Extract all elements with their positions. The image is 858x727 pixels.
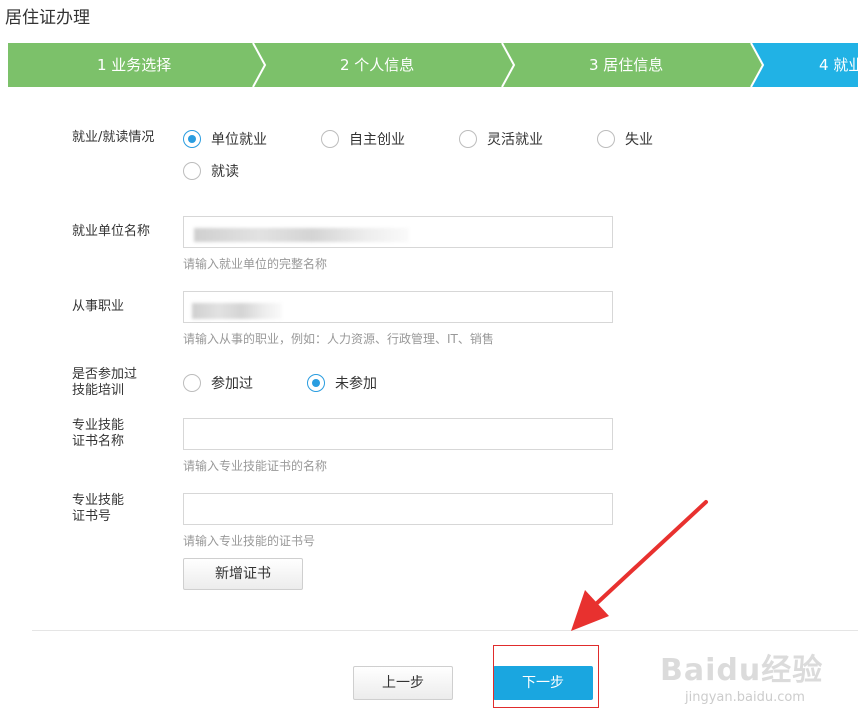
radio-studying-label: 就读 [211, 164, 239, 180]
cert-number-label-line1: 专业技能 [72, 493, 125, 508]
radio-employed[interactable]: 单位就业 [183, 129, 267, 149]
page-title: 居住证办理 [5, 8, 90, 28]
step-4-label: 4 就业 [819, 56, 858, 74]
training-label-line2: 技能培训 [72, 383, 125, 398]
radio-flexible-employment-label: 灵活就业 [487, 132, 543, 148]
occupation-hint: 请输入从事的职业，例如：人力资源、行政管理、IT、销售 [183, 332, 494, 346]
radio-unemployed-label: 失业 [625, 132, 653, 148]
employer-name-label: 就业单位名称 [72, 224, 151, 239]
footer-divider [32, 630, 858, 631]
cert-name-input[interactable] [183, 418, 613, 450]
radio-unchecked-icon [183, 374, 201, 392]
radio-studying[interactable]: 就读 [183, 161, 239, 181]
cert-name-label-line2: 证书名称 [72, 434, 125, 449]
radio-checked-icon [307, 374, 325, 392]
radio-unemployed[interactable]: 失业 [597, 129, 653, 149]
radio-unchecked-icon [321, 130, 339, 148]
radio-employed-label: 单位就业 [211, 132, 267, 148]
add-certificate-button[interactable]: 新增证书 [183, 558, 303, 590]
cert-name-label: 专业技能 证书名称 [72, 418, 124, 450]
annotation-arrow-icon [571, 500, 708, 631]
step-2-label: 2 个人信息 [340, 56, 415, 74]
radio-self-employed[interactable]: 自主创业 [321, 129, 405, 149]
radio-trained-label: 参加过 [211, 376, 253, 392]
radio-not-trained[interactable]: 未参加 [307, 373, 377, 393]
employer-name-input[interactable] [183, 216, 613, 248]
cert-number-hint: 请输入专业技能的证书号 [183, 534, 316, 548]
occupation-input[interactable] [183, 291, 613, 323]
radio-trained[interactable]: 参加过 [183, 373, 253, 393]
cert-number-label-line2: 证书号 [72, 509, 112, 524]
radio-checked-icon [183, 130, 201, 148]
radio-unchecked-icon [183, 162, 201, 180]
training-label-line1: 是否参加过 [72, 367, 138, 382]
cert-number-input[interactable] [183, 493, 613, 525]
watermark-url: jingyan.baidu.com [685, 690, 805, 705]
step-1-label: 1 业务选择 [97, 56, 172, 74]
radio-unchecked-icon [597, 130, 615, 148]
employer-name-hint: 请输入就业单位的完整名称 [183, 257, 328, 271]
radio-self-employed-label: 自主创业 [349, 132, 405, 148]
redacted-value [194, 228, 409, 242]
radio-not-trained-label: 未参加 [335, 376, 377, 392]
previous-step-button[interactable]: 上一步 [353, 666, 453, 700]
radio-unchecked-icon [459, 130, 477, 148]
occupation-label: 从事职业 [72, 299, 125, 314]
arrow-head [571, 590, 609, 631]
radio-flexible-employment[interactable]: 灵活就业 [459, 129, 543, 149]
step-3-label: 3 居住信息 [589, 56, 664, 74]
employment-status-label: 就业/就读情况 [72, 130, 155, 145]
highlight-box [493, 645, 599, 708]
cert-number-label: 专业技能 证书号 [72, 493, 124, 525]
training-label: 是否参加过 技能培训 [72, 367, 137, 399]
redacted-value [192, 303, 282, 319]
cert-name-label-line1: 专业技能 [72, 418, 125, 433]
cert-name-hint: 请输入专业技能证书的名称 [183, 459, 328, 473]
step-progress-bar: 1 业务选择 2 个人信息 3 居住信息 4 就业 [8, 43, 858, 87]
watermark-logo: Baidu经验 [660, 653, 824, 688]
